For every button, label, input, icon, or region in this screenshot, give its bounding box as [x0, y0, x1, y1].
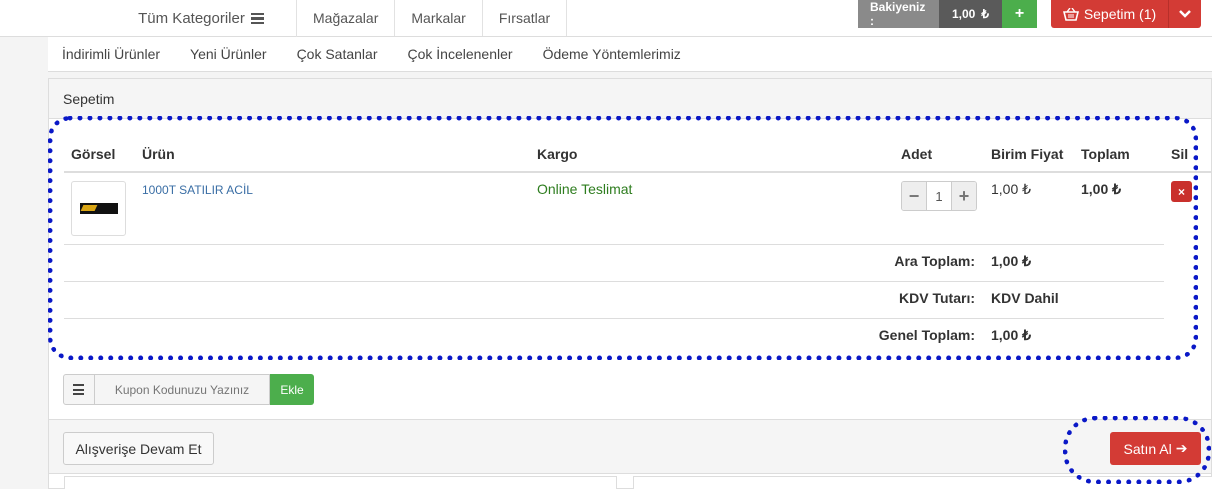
qty-decrease-button[interactable]: − — [902, 182, 926, 210]
grand-total-label: Genel Toplam: — [64, 318, 984, 356]
list-icon — [72, 384, 86, 395]
tax-value: KDV Dahil — [984, 281, 1164, 319]
subnav-most-viewed[interactable]: Çok İncelenenler — [408, 46, 513, 62]
grand-total-value: 1,00 ₺ — [984, 318, 1164, 356]
qty-value[interactable]: 1 — [926, 182, 952, 210]
col-cargo: Kargo — [530, 136, 894, 173]
coupon-menu-button[interactable] — [63, 374, 95, 405]
grand-total-row: Genel Toplam: 1,00 ₺ — [64, 318, 1212, 356]
subnav-discounted[interactable]: İndirimli Ürünler — [62, 46, 160, 62]
line-total: 1,00 ₺ — [1074, 171, 1164, 245]
col-image: Görsel — [64, 136, 135, 173]
all-categories-button[interactable]: Tüm Kategoriler — [84, 0, 296, 36]
col-product: Ürün — [135, 136, 530, 173]
tax-label: KDV Tutarı: — [64, 281, 984, 319]
bottom-boxes — [64, 476, 1212, 489]
qty-increase-button[interactable]: + — [952, 182, 976, 210]
bottom-box-left — [64, 476, 617, 489]
balance-value: 1,00 — [952, 7, 976, 21]
coupon-apply-button[interactable]: Ekle — [270, 374, 314, 405]
checkout-label: Satın Al — [1123, 440, 1172, 457]
all-categories-label: Tüm Kategoriler — [138, 9, 245, 27]
top-nav: Mağazalar Markalar Fırsatlar — [296, 0, 568, 37]
basket-icon — [1062, 7, 1079, 21]
balance-widget: Bakiyeniz : 1,00 ₺ + — [858, 0, 1037, 28]
cart-label: Sepetim (1) — [1083, 6, 1157, 22]
checkout-button[interactable]: Satın Al ➔ — [1110, 432, 1201, 465]
cart-panel-title: Sepetim — [49, 79, 1211, 119]
cart-dropdown-toggle[interactable] — [1169, 0, 1201, 28]
unit-price: 1,00 ₺ — [984, 171, 1074, 245]
nav-brands[interactable]: Markalar — [395, 0, 483, 36]
menu-icon — [250, 12, 264, 24]
subnav-new[interactable]: Yeni Ürünler — [190, 46, 267, 62]
coupon-input[interactable] — [95, 374, 270, 405]
subtotal-row: Ara Toplam: 1,00 ₺ — [64, 244, 1212, 282]
cart-button-main[interactable]: Sepetim (1) — [1051, 0, 1169, 28]
lira-icon: ₺ — [981, 7, 989, 21]
subnav-bestsellers[interactable]: Çok Satanlar — [297, 46, 378, 62]
subnav-payment-methods[interactable]: Ödeme Yöntemlerimiz — [543, 46, 681, 62]
col-qty: Adet — [894, 136, 984, 173]
nav-stores[interactable]: Mağazalar — [297, 0, 396, 36]
cart-table: Görsel Ürün Kargo Adet Birim Fiyat Topla… — [64, 136, 1212, 356]
product-image — [79, 203, 118, 214]
arrow-right-icon: ➔ — [1175, 440, 1188, 456]
product-link[interactable]: 1000T SATILIR ACİL — [142, 183, 253, 197]
cart-table-header: Görsel Ürün Kargo Adet Birim Fiyat Topla… — [64, 136, 1212, 173]
product-thumbnail[interactable] — [71, 181, 126, 236]
bottom-box-right — [633, 476, 1212, 489]
continue-shopping-button[interactable]: Alışverişe Devam Et — [63, 432, 214, 465]
cart-panel: Sepetim Görsel Ürün Kargo Adet Birim Fiy… — [48, 78, 1212, 489]
subtotal-label: Ara Toplam: — [64, 244, 984, 282]
quantity-stepper: − 1 + — [901, 181, 977, 211]
balance-value-box: 1,00 ₺ — [939, 0, 1002, 28]
tax-row: KDV Tutarı: KDV Dahil — [64, 281, 1212, 319]
col-unit-price: Birim Fiyat — [984, 136, 1074, 173]
chevron-down-icon — [1179, 10, 1191, 18]
app-root: Tüm Kategoriler Mağazalar Markalar Fırsa… — [0, 0, 1212, 489]
cart-button[interactable]: Sepetim (1) — [1051, 0, 1201, 28]
subtotal-value: 1,00 ₺ — [984, 244, 1164, 282]
remove-item-button[interactable]: × — [1171, 181, 1192, 202]
product-image-cell — [64, 171, 135, 245]
cart-footer: Alışverişe Devam Et Satın Al ➔ — [49, 419, 1211, 474]
nav-deals[interactable]: Fırsatlar — [483, 0, 568, 36]
balance-label: Bakiyeniz : — [858, 0, 939, 28]
col-total: Toplam — [1074, 136, 1164, 173]
coupon-form: Ekle — [63, 374, 314, 405]
add-balance-button[interactable]: + — [1002, 0, 1037, 28]
table-row: 1000T SATILIR ACİL Online Teslimat − 1 +… — [64, 171, 1212, 245]
col-remove: Sil — [1164, 136, 1212, 173]
cargo-type: Online Teslimat — [537, 181, 633, 197]
sub-nav: İndirimli Ürünler Yeni Ürünler Çok Satan… — [48, 37, 1212, 72]
top-bar: Tüm Kategoriler Mağazalar Markalar Fırsa… — [0, 0, 1212, 37]
